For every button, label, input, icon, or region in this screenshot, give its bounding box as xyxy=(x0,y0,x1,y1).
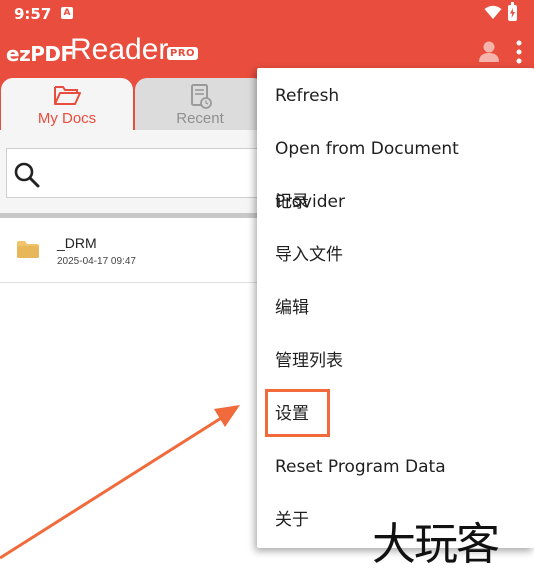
status-bar: 9:57 A xyxy=(0,0,534,28)
menu-item-history[interactable]: 记录 xyxy=(257,176,534,229)
tab-label: Recent xyxy=(176,110,224,127)
menu-item-reset-program-data[interactable]: Reset Program Data xyxy=(257,441,534,494)
menu-item-manage-list[interactable]: 管理列表 xyxy=(257,335,534,388)
tab-recent[interactable]: Recent xyxy=(135,78,265,130)
file-date: 2025-04-17 09:47 xyxy=(57,256,136,267)
profile-icon[interactable] xyxy=(478,40,500,62)
battery-icon xyxy=(508,2,517,21)
file-name: _DRM xyxy=(57,235,97,251)
watermark: 大玩客 xyxy=(372,519,500,570)
wifi-icon xyxy=(484,5,502,19)
recent-docs-icon xyxy=(191,84,212,109)
menu-item-edit[interactable]: 编辑 xyxy=(257,282,534,335)
search-icon[interactable] xyxy=(13,161,41,189)
logo-name: Reader xyxy=(70,33,169,66)
settings-highlight-box xyxy=(265,389,330,437)
logo-prefix: ezPDF xyxy=(6,42,74,66)
menu-item-open-document-provider[interactable]: Open from Document Provider xyxy=(257,123,534,212)
menu-item-import-file[interactable]: 导入文件 xyxy=(257,229,534,282)
more-options-icon[interactable] xyxy=(515,40,523,64)
notification-icon: A xyxy=(61,7,73,19)
overflow-menu: Refresh Open from Document Provider 记录 导… xyxy=(257,68,534,548)
folder-open-icon xyxy=(54,86,81,105)
folder-icon xyxy=(17,241,39,258)
tab-my-docs[interactable]: My Docs xyxy=(1,78,133,130)
pro-badge: PRO xyxy=(167,47,199,60)
status-time: 9:57 xyxy=(14,5,52,23)
menu-item-refresh[interactable]: Refresh xyxy=(257,70,534,123)
tab-label: My Docs xyxy=(37,110,97,127)
search-input[interactable] xyxy=(6,148,266,198)
